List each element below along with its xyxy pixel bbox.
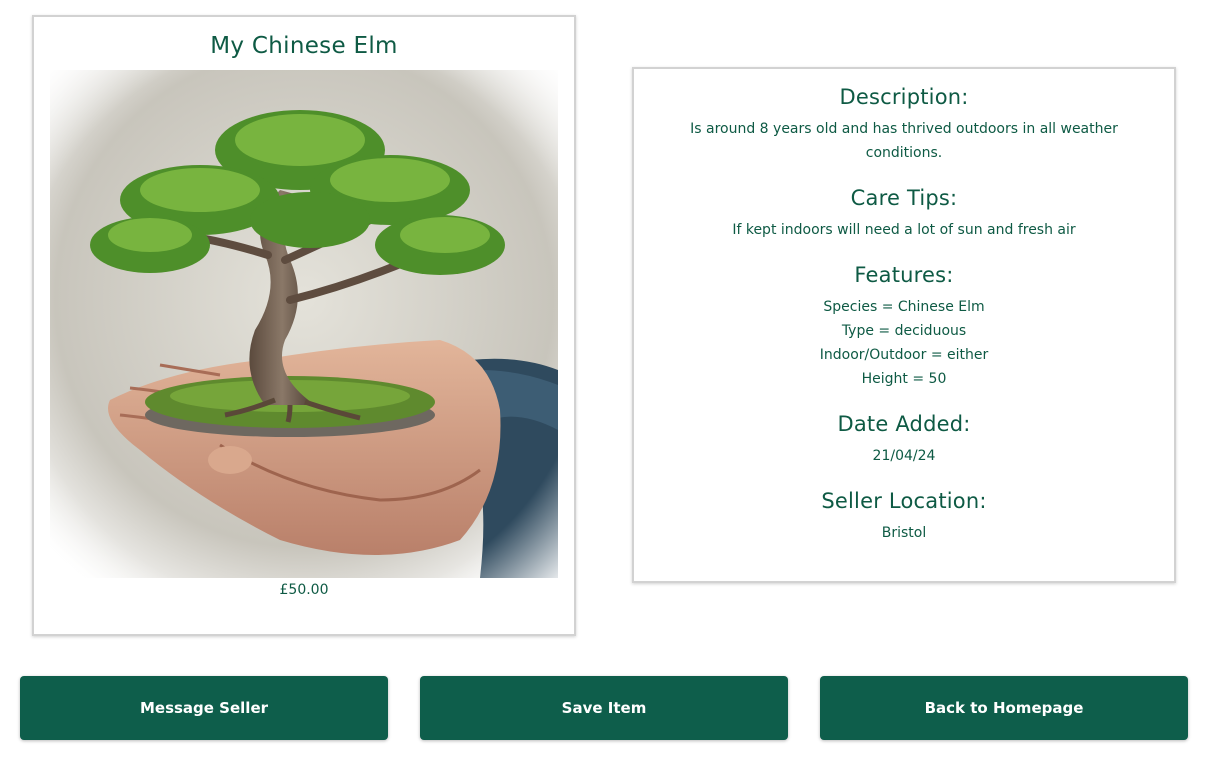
seller-location-section: Seller Location: Bristol — [674, 489, 1134, 545]
product-card: My Chinese Elm £50.00 — [32, 15, 576, 636]
save-item-button[interactable]: Save Item — [420, 676, 788, 740]
product-title: My Chinese Elm — [210, 33, 398, 59]
seller-location-heading: Seller Location: — [821, 489, 987, 513]
description-heading: Description: — [839, 85, 969, 109]
feature-item: Species = Chinese Elm — [823, 299, 985, 315]
care-tips-heading: Care Tips: — [850, 186, 958, 210]
seller-location-text: Bristol — [881, 525, 927, 541]
care-tips-section: Care Tips: If kept indoors will need a l… — [674, 186, 1134, 242]
date-added-text: 21/04/24 — [872, 448, 936, 464]
features-section: Features: Species = Chinese Elm Type = d… — [674, 263, 1134, 391]
care-tips-text: If kept indoors will need a lot of sun a… — [732, 222, 1076, 238]
product-price: £50.00 — [279, 582, 329, 598]
description-section: Description: Is around 8 years old and h… — [674, 85, 1134, 165]
feature-item: Type = deciduous — [841, 323, 967, 339]
back-to-homepage-button[interactable]: Back to Homepage — [820, 676, 1188, 740]
bonsai-product-image — [50, 70, 558, 578]
features-heading: Features: — [854, 263, 954, 287]
details-card: Description: Is around 8 years old and h… — [632, 67, 1176, 583]
description-text: Is around 8 years old and has thrived ou… — [690, 121, 1118, 161]
date-added-section: Date Added: 21/04/24 — [674, 412, 1134, 468]
feature-item: Indoor/Outdoor = either — [819, 347, 989, 363]
message-seller-button[interactable]: Message Seller — [20, 676, 388, 740]
date-added-heading: Date Added: — [837, 412, 971, 436]
feature-item: Height = 50 — [861, 371, 947, 387]
